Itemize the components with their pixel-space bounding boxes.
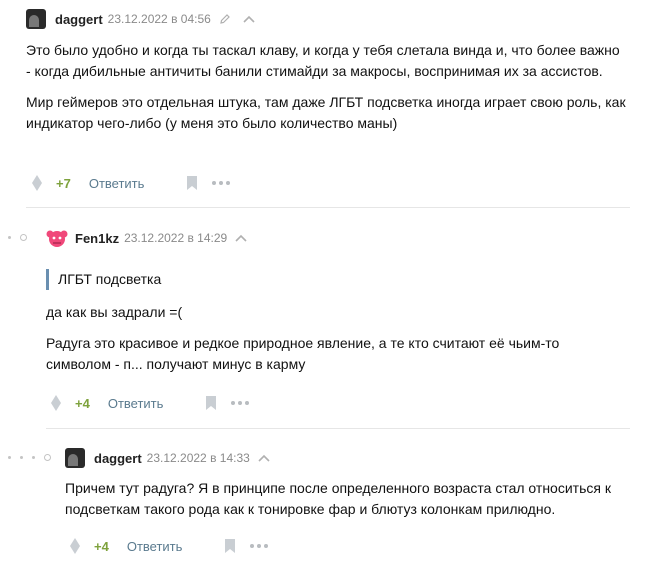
comment-date[interactable]: 23.12.2022 в 14:29 [124, 231, 227, 245]
comment-body: Причем тут радуга? Я в принципе после оп… [65, 478, 635, 530]
thread-indent-markers [8, 234, 36, 241]
avatar[interactable] [26, 9, 46, 29]
rating-value: +7 [56, 175, 71, 191]
author-name[interactable]: Fen1kz [75, 231, 119, 246]
parent-arrow-icon[interactable] [258, 454, 270, 462]
more-options-icon[interactable] [250, 544, 269, 548]
comment-text: да как вы задрали =( [46, 304, 183, 320]
thread-indent-markers [8, 454, 60, 461]
vote-diamond-icon[interactable] [31, 174, 43, 192]
reply-button[interactable]: Ответить [108, 396, 164, 411]
thread-dot [32, 456, 35, 459]
avatar[interactable] [65, 448, 85, 468]
comment-divider [46, 428, 630, 429]
pencil-icon [219, 13, 231, 25]
comment-text: Причем тут радуга? Я в принципе после оп… [65, 480, 611, 517]
bookmark-icon[interactable] [205, 395, 217, 411]
rating-value: +4 [75, 395, 90, 411]
author-name[interactable]: daggert [55, 12, 103, 27]
comment-divider [26, 207, 630, 208]
bookmark-icon[interactable] [224, 538, 236, 554]
comment-actions: +4 Ответить [69, 535, 269, 557]
comment-header: daggert 23.12.2022 в 14:33 [65, 446, 282, 470]
comment-text: Мир геймеров это отдельная штука, там да… [26, 94, 626, 131]
avatar[interactable] [46, 228, 68, 248]
comment-header: Fen1kz 23.12.2022 в 14:29 [46, 226, 259, 250]
bookmark-icon[interactable] [186, 175, 198, 191]
comment-body: Это было удобно и когда ты таскал клаву,… [26, 40, 626, 144]
parent-arrow-icon[interactable] [235, 234, 247, 242]
comment-text: Это было удобно и когда ты таскал клаву,… [26, 42, 620, 79]
thread-dot [20, 456, 23, 459]
more-options-icon[interactable] [231, 401, 250, 405]
comment-body: ЛГБТ подсветка да как вы задрали =( Раду… [46, 269, 626, 385]
comment-actions: +7 Ответить [31, 172, 231, 194]
reply-button[interactable]: Ответить [89, 176, 145, 191]
reply-button[interactable]: Ответить [127, 539, 183, 554]
comment-date[interactable]: 23.12.2022 в 14:33 [147, 451, 250, 465]
comment-text: Радуга это красивое и редкое природное я… [46, 335, 560, 372]
comment-date[interactable]: 23.12.2022 в 04:56 [108, 12, 211, 26]
comment-actions: +4 Ответить [50, 392, 250, 414]
quote-text: ЛГБТ подсветка [58, 271, 162, 287]
thread-ring[interactable] [20, 234, 27, 241]
rating-value: +4 [94, 538, 109, 554]
thread-dot [8, 236, 11, 239]
thread-ring[interactable] [44, 454, 51, 461]
comment-header: daggert 23.12.2022 в 04:56 [26, 7, 267, 31]
parent-arrow-icon[interactable] [243, 15, 255, 23]
quote-block: ЛГБТ подсветка [46, 269, 626, 290]
thread-dot [8, 456, 11, 459]
vote-diamond-icon[interactable] [50, 394, 62, 412]
author-name[interactable]: daggert [94, 451, 142, 466]
more-options-icon[interactable] [212, 181, 231, 185]
vote-diamond-icon[interactable] [69, 537, 81, 555]
